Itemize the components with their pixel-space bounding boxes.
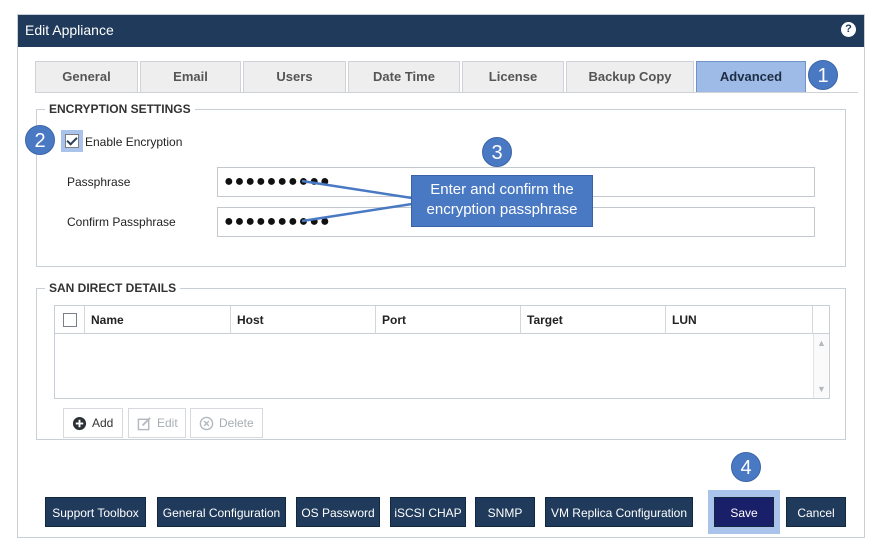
- callout-line-confirm: [301, 202, 413, 223]
- step-3-badge: 3: [482, 137, 512, 167]
- callout-text-line2: encryption passphrase: [426, 201, 578, 218]
- step-1-badge: 1: [808, 60, 838, 90]
- callout-text-line1: Enter and confirm the: [430, 181, 574, 198]
- passphrase-callout: Enter and confirm the encryption passphr…: [411, 175, 593, 227]
- step-4-badge: 4: [731, 452, 761, 482]
- callout-line-passphrase: [301, 179, 413, 200]
- step-2-badge: 2: [25, 125, 55, 155]
